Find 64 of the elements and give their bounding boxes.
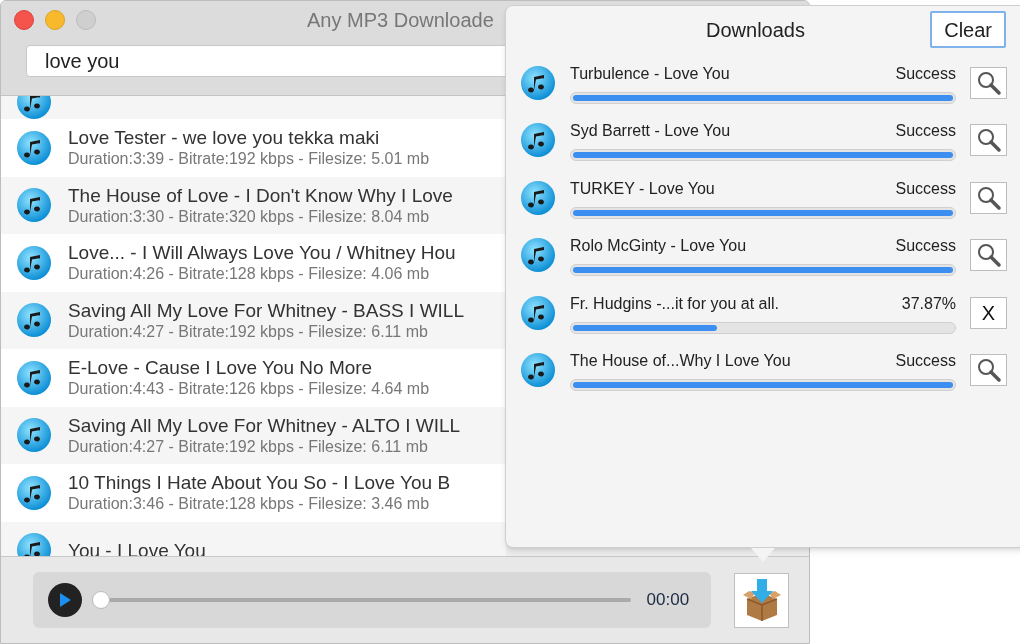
- reveal-button[interactable]: [970, 239, 1007, 272]
- download-name: Turbulence - Love You: [570, 63, 730, 84]
- song-details: Duration:3:46 - Bitrate:128 kbps - Filesize: 3.46 mb: [68, 494, 431, 515]
- music-note-icon: [520, 179, 556, 216]
- music-note-icon: [16, 129, 52, 166]
- reveal-button[interactable]: [970, 66, 1007, 99]
- song-title: E-Love - Cause I Love You No More: [68, 356, 374, 380]
- download-name: Syd Barrett - Love You: [570, 121, 731, 142]
- download-status: Success: [895, 121, 956, 142]
- song-title: Love Tester - we love you tekka maki: [68, 126, 381, 150]
- reveal-button[interactable]: [970, 181, 1007, 214]
- download-name: Fr. Hudgins -...it for you at all.: [570, 293, 779, 314]
- song-title: You - I Love You: [68, 538, 206, 556]
- download-name: Rolo McGinty - Love You: [570, 236, 747, 257]
- song-details: Duration:3:39 - Bitrate:192 kbps - Filesize: 5.01 mb: [68, 149, 430, 170]
- search-icon: [975, 357, 1002, 384]
- result-row[interactable]: Saving All My Love For Whitney - BASS I WILL Duration:4:27 - Bitrate:192 kbps - Filesize: 6.11 mb: [1, 291, 506, 349]
- seek-thumb[interactable]: [92, 591, 110, 609]
- music-note-icon: [16, 302, 52, 339]
- reveal-button[interactable]: [970, 124, 1007, 157]
- cancel-button[interactable]: X: [970, 296, 1007, 329]
- music-note-icon: [16, 359, 52, 396]
- downloads-button[interactable]: [734, 572, 789, 628]
- clear-button[interactable]: Clear: [930, 11, 1006, 48]
- music-note-icon: [520, 122, 556, 159]
- music-note-icon: [520, 237, 556, 274]
- download-status: Success: [895, 63, 956, 84]
- play-button[interactable]: [48, 583, 82, 617]
- play-icon: [58, 592, 72, 608]
- song-details: Duration:4:43 - Bitrate:126 kbps - Filesize: 4.64 mb: [68, 379, 430, 400]
- song-details: Duration:4:26 - Bitrate:128 kbps - Filesize: 4.06 mb: [68, 264, 431, 285]
- close-button[interactable]: [14, 10, 34, 30]
- window-title: Any MP3 Downloade: [307, 8, 494, 33]
- song-title: The House of Love - I Don't Know Why I Love: [68, 183, 453, 207]
- reveal-button[interactable]: [970, 354, 1007, 387]
- result-row[interactable]: Saving All My Love For Whitney - ALTO I WILL Duration:4:27 - Bitrate:192 kbps - Filesize: 6.11 mb: [1, 406, 506, 464]
- song-details: Duration:4:27 - Bitrate:192 kbps - Filesize: 6.11 mb: [68, 321, 429, 342]
- music-note-icon: [16, 244, 52, 281]
- music-note-icon: [16, 417, 52, 454]
- search-icon: [975, 127, 1002, 154]
- result-row[interactable]: You - I Love You: [1, 521, 506, 556]
- song-title: Saving All My Love For Whitney - ALTO I WILL: [68, 413, 461, 437]
- download-status: Success: [895, 236, 956, 257]
- song-details: Duration:3:30 - Bitrate:320 kbps - Filesize: 8.04 mb: [68, 206, 431, 227]
- download-name: TURKEY - Love You: [570, 178, 715, 199]
- music-note-icon: [520, 294, 556, 331]
- song-title: 10 Things I Hate About You So - I Love You B: [68, 471, 451, 495]
- download-name: The House of...Why I Love You: [570, 351, 791, 372]
- search-icon: [975, 69, 1002, 96]
- song-title: Love... - I Will Always Love You / Whitney Hou: [68, 241, 456, 265]
- music-note-icon: [16, 474, 52, 511]
- result-row[interactable]: The House of Love - I Don't Know Why I Love Duration:3:30 - Bitrate:320 kbps - Filesize: 8.04 mb: [1, 176, 506, 234]
- download-status: Success: [895, 178, 956, 199]
- search-icon: [975, 184, 1002, 211]
- song-title: Saving All My Love For Whitney - BASS I WILL: [68, 298, 464, 322]
- music-note-icon: [520, 352, 556, 389]
- music-note-icon: [16, 187, 52, 224]
- song-details: Duration:4:27 - Bitrate:192 kbps - Filesize: 6.11 mb: [68, 436, 429, 457]
- music-note-icon: [520, 64, 556, 101]
- playback-time: 00:00: [646, 589, 690, 612]
- popover-title: Downloads: [706, 18, 805, 43]
- download-status: 37.87%: [901, 293, 956, 314]
- search-icon: [975, 242, 1002, 269]
- download-status: Success: [895, 351, 956, 372]
